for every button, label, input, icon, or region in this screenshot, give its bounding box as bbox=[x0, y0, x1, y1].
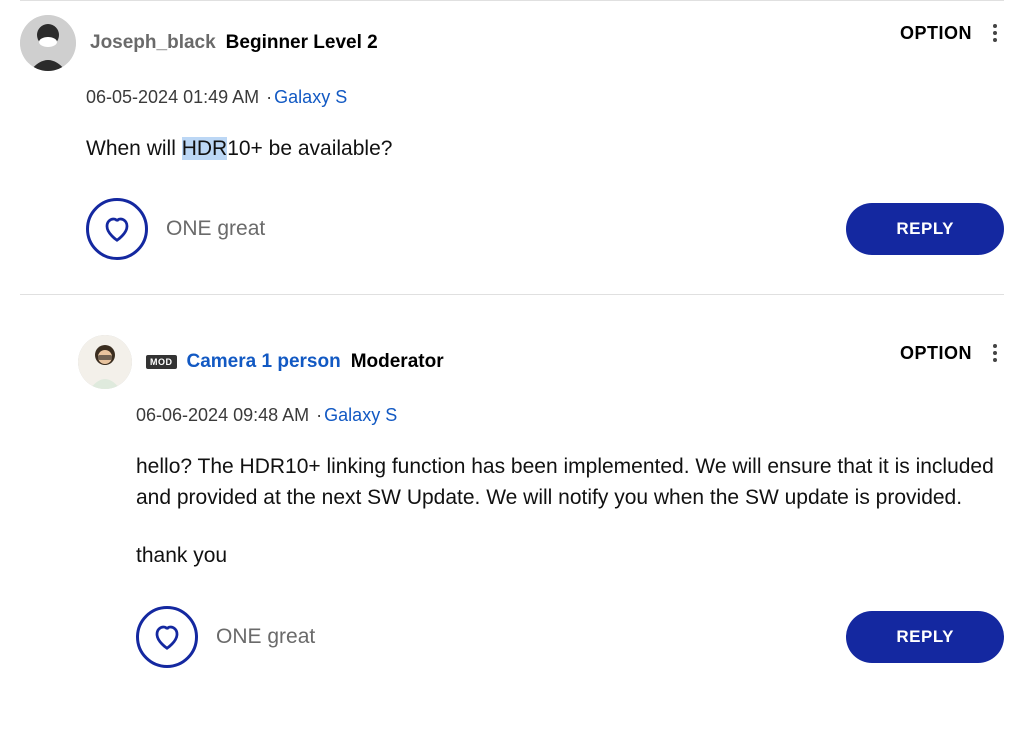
content-text: 10+ be available? bbox=[227, 137, 392, 160]
reply-button[interactable]: REPLY bbox=[846, 203, 1004, 255]
meta-separator: · bbox=[316, 405, 322, 425]
highlight-text: HDR bbox=[182, 137, 228, 160]
like-block: ONE great bbox=[136, 606, 315, 668]
kebab-icon[interactable] bbox=[986, 341, 1004, 365]
post: Joseph_black Beginner Level 2 OPTION 06-… bbox=[20, 0, 1004, 294]
heart-icon bbox=[102, 214, 132, 244]
post-options: OPTION bbox=[900, 335, 1004, 365]
post-meta: 06-05-2024 01:49 AM ·Galaxy S bbox=[86, 87, 1004, 108]
post-body: 06-05-2024 01:49 AM ·Galaxy S When will … bbox=[20, 87, 1004, 260]
like-button[interactable] bbox=[136, 606, 198, 668]
like-count-text: ONE great bbox=[216, 625, 315, 649]
topic-link[interactable]: Galaxy S bbox=[274, 87, 347, 107]
content-paragraph: thank you bbox=[136, 541, 1004, 571]
author-block: MOD Camera 1 person Moderator bbox=[78, 335, 444, 389]
post-date: 06-05-2024 bbox=[86, 87, 178, 107]
post-header: Joseph_black Beginner Level 2 OPTION bbox=[20, 15, 1004, 71]
mod-badge: MOD bbox=[146, 355, 177, 369]
post-date: 06-06-2024 bbox=[136, 405, 228, 425]
avatar-icon bbox=[78, 335, 132, 389]
post-reply: MOD Camera 1 person Moderator OPTION 06-… bbox=[20, 294, 1004, 701]
post-content: hello? The HDR10+ linking function has b… bbox=[136, 452, 1004, 571]
content-text: When will bbox=[86, 137, 182, 160]
post-actions: ONE great REPLY bbox=[86, 198, 1004, 260]
like-count-text: ONE great bbox=[166, 217, 265, 241]
post-options: OPTION bbox=[900, 15, 1004, 45]
post-time: 01:49 AM bbox=[183, 87, 259, 107]
author-block: Joseph_black Beginner Level 2 bbox=[20, 15, 378, 71]
avatar-icon bbox=[20, 15, 76, 71]
like-block: ONE great bbox=[86, 198, 265, 260]
author-line: Joseph_black Beginner Level 2 bbox=[90, 32, 378, 54]
author-line: MOD Camera 1 person Moderator bbox=[146, 351, 444, 373]
content-paragraph: hello? The HDR10+ linking function has b… bbox=[136, 452, 1004, 513]
reply-button[interactable]: REPLY bbox=[846, 611, 1004, 663]
post-meta: 06-06-2024 09:48 AM ·Galaxy S bbox=[136, 405, 1004, 426]
heart-icon bbox=[152, 622, 182, 652]
post-content: When will HDR10+ be available? bbox=[86, 134, 1004, 164]
username[interactable]: Camera 1 person bbox=[187, 351, 341, 373]
topic-link[interactable]: Galaxy S bbox=[324, 405, 397, 425]
user-rank: Beginner Level 2 bbox=[226, 32, 378, 54]
option-label: OPTION bbox=[900, 23, 972, 44]
meta-separator: · bbox=[266, 87, 272, 107]
kebab-icon[interactable] bbox=[986, 21, 1004, 45]
post-header: MOD Camera 1 person Moderator OPTION bbox=[78, 335, 1004, 389]
post-actions: ONE great REPLY bbox=[136, 606, 1004, 668]
post-body: 06-06-2024 09:48 AM ·Galaxy S hello? The… bbox=[78, 405, 1004, 667]
username[interactable]: Joseph_black bbox=[90, 32, 216, 54]
avatar[interactable] bbox=[78, 335, 132, 389]
user-rank: Moderator bbox=[351, 351, 444, 373]
avatar[interactable] bbox=[20, 15, 76, 71]
option-label: OPTION bbox=[900, 343, 972, 364]
like-button[interactable] bbox=[86, 198, 148, 260]
post-time: 09:48 AM bbox=[233, 405, 309, 425]
